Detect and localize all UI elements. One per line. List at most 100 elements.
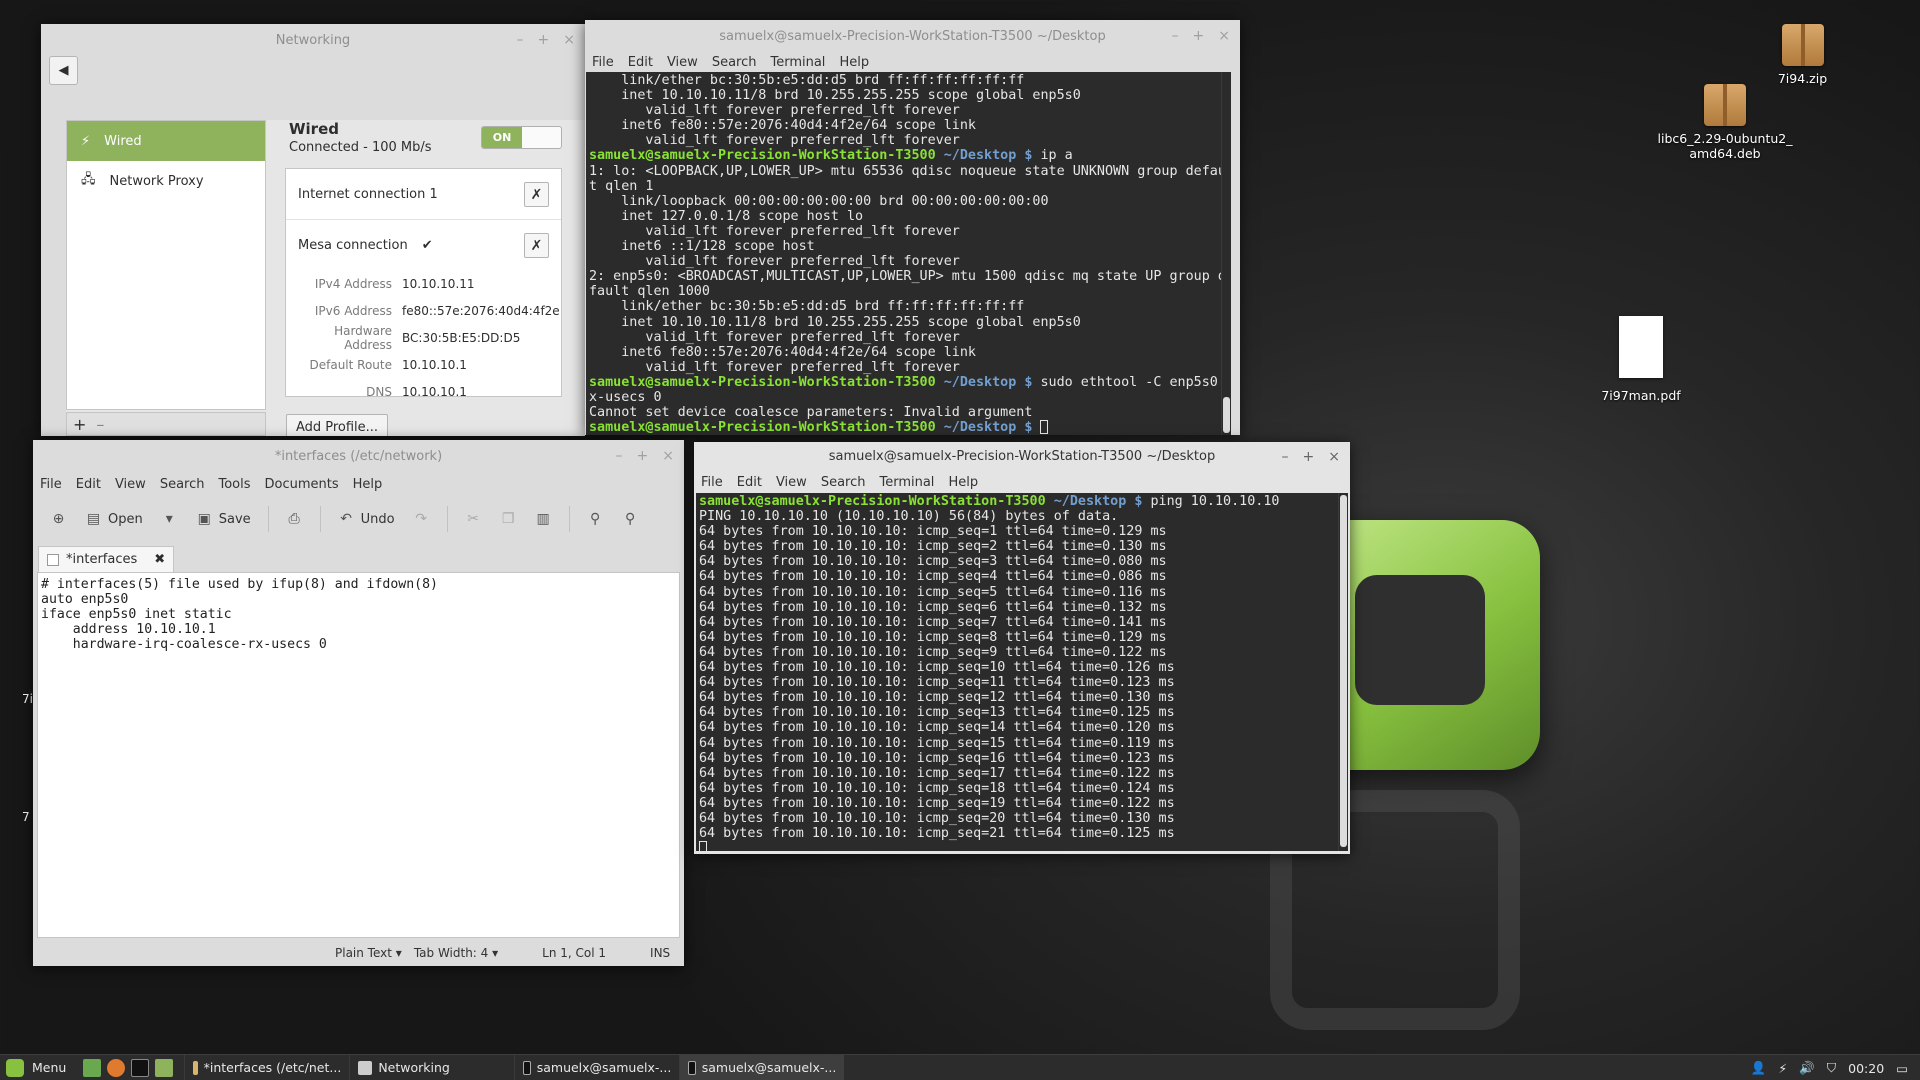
- close-icon[interactable]: ×: [662, 448, 674, 464]
- menu-help[interactable]: Help: [948, 475, 978, 490]
- title-bar[interactable]: Networking – + ×: [41, 24, 585, 56]
- title-bar[interactable]: samuelx@samuelx-Precision-WorkStation-T3…: [585, 20, 1240, 52]
- network-status-icon[interactable]: ⚡: [1778, 1061, 1787, 1076]
- title-bar[interactable]: samuelx@samuelx-Precision-WorkStation-T3…: [694, 442, 1350, 471]
- editor-line: auto enp5s0: [41, 592, 129, 607]
- close-tab-icon[interactable]: ✖: [154, 552, 165, 567]
- terminal-launcher-icon[interactable]: [131, 1058, 150, 1077]
- save-button[interactable]: ▣ Save: [191, 503, 256, 535]
- menu-edit[interactable]: Edit: [737, 475, 762, 490]
- profile-settings-button[interactable]: ✗: [524, 233, 549, 258]
- paste-button[interactable]: ▥: [530, 503, 557, 535]
- add-connection-button[interactable]: +: [73, 415, 86, 434]
- menu-help[interactable]: Help: [353, 477, 383, 492]
- menu-search[interactable]: Search: [712, 55, 757, 70]
- menu-search[interactable]: Search: [821, 475, 866, 490]
- scrollbar[interactable]: [1338, 493, 1348, 851]
- language-selector[interactable]: Plain Text ▾: [335, 946, 402, 960]
- mint-menu-icon: [6, 1058, 24, 1077]
- menu-file[interactable]: File: [592, 55, 614, 70]
- menu-edit[interactable]: Edit: [76, 477, 101, 492]
- menu-file[interactable]: File: [701, 475, 723, 490]
- minimize-icon[interactable]: –: [616, 448, 623, 464]
- tab-width-selector[interactable]: Tab Width: 4 ▾: [414, 946, 498, 960]
- cut-button[interactable]: ✂: [460, 503, 487, 535]
- minimize-icon[interactable]: –: [517, 32, 524, 48]
- menu-tools[interactable]: Tools: [218, 477, 250, 492]
- terminal-output[interactable]: link/ether bc:30:5b:e5:dd:d5 brd ff:ff:f…: [586, 72, 1231, 435]
- menu-search[interactable]: Search: [160, 477, 205, 492]
- redo-button[interactable]: ↷: [408, 503, 435, 535]
- menu-terminal[interactable]: Terminal: [770, 55, 825, 70]
- ping-line: 64 bytes from 10.10.10.10: icmp_seq=20 t…: [699, 810, 1175, 826]
- maximize-icon[interactable]: +: [1303, 449, 1315, 465]
- terminal-line: Cannot set device coalesce parameters: I…: [589, 405, 1033, 421]
- taskbar-item-networking[interactable]: Networking: [349, 1054, 514, 1080]
- remove-connection-button[interactable]: –: [96, 415, 104, 434]
- menu-button[interactable]: Menu: [32, 1060, 66, 1075]
- menu-help[interactable]: Help: [839, 55, 869, 70]
- close-icon[interactable]: ×: [1218, 28, 1230, 44]
- scrollbar[interactable]: [1221, 72, 1231, 435]
- minimize-icon[interactable]: –: [1282, 449, 1289, 465]
- user-icon[interactable]: 👤: [1751, 1060, 1767, 1076]
- taskbar-item-terminal-2[interactable]: samuelx@samuelx-...: [679, 1054, 845, 1080]
- close-icon[interactable]: ×: [563, 32, 575, 48]
- menu-view[interactable]: View: [115, 477, 146, 492]
- document-icon: [47, 553, 59, 566]
- sidebar-item-wired[interactable]: ⚡ Wired: [67, 121, 265, 161]
- maximize-icon[interactable]: +: [1193, 28, 1205, 44]
- profile-settings-button[interactable]: ✗: [524, 182, 549, 207]
- title-bar[interactable]: *interfaces (/etc/network) – + ×: [33, 440, 684, 472]
- save-icon: ▣: [197, 511, 211, 527]
- undo-button[interactable]: ↶ Undo: [333, 503, 400, 535]
- terminal-output[interactable]: samuelx@samuelx-Precision-WorkStation-T3…: [696, 493, 1348, 851]
- taskbar-item-text-editor[interactable]: *interfaces (/etc/net...: [184, 1054, 349, 1080]
- volume-icon[interactable]: 🔊: [1799, 1060, 1815, 1076]
- menu-file[interactable]: File: [40, 477, 62, 492]
- menu-view[interactable]: View: [667, 55, 698, 70]
- open-dropdown-button[interactable]: ▾: [156, 503, 183, 535]
- desktop-icon-7i94-zip[interactable]: 7i94.zip: [1778, 24, 1827, 86]
- maximize-icon[interactable]: +: [538, 32, 550, 48]
- taskbar-item-terminal-1[interactable]: samuelx@samuelx-...: [514, 1054, 679, 1080]
- new-document-button[interactable]: ⊕: [45, 503, 72, 535]
- firefox-icon[interactable]: [107, 1058, 126, 1077]
- sidebar-item-network-proxy[interactable]: 🖧 Network Proxy: [67, 161, 265, 201]
- replace-button[interactable]: ⚲: [617, 503, 644, 535]
- desktop-switch-icon[interactable]: ▭: [1896, 1061, 1908, 1076]
- find-button[interactable]: ⚲: [582, 503, 609, 535]
- wired-toggle[interactable]: ON: [481, 126, 562, 149]
- profile-internet-connection-1[interactable]: Internet connection 1 ✗: [286, 169, 561, 220]
- tab-width-label: Tab Width: 4: [413, 946, 489, 960]
- desktop-icon-7i97man-pdf[interactable]: 7i97man.pdf: [1596, 316, 1686, 403]
- shield-icon[interactable]: ⛉: [1827, 1060, 1836, 1076]
- editor-text-area[interactable]: # interfaces(5) file used by ifup(8) and…: [37, 572, 680, 938]
- clock[interactable]: 00:20: [1848, 1061, 1884, 1076]
- copy-button[interactable]: ❐: [495, 503, 522, 535]
- open-button[interactable]: ▤ Open: [80, 503, 148, 535]
- menu-view[interactable]: View: [776, 475, 807, 490]
- scrollbar-thumb[interactable]: [1340, 495, 1347, 847]
- files-icon[interactable]: [155, 1058, 174, 1077]
- menu-documents[interactable]: Documents: [265, 477, 339, 492]
- back-button[interactable]: ◀: [49, 56, 78, 85]
- proxy-icon: 🖧: [81, 172, 96, 187]
- maximize-icon[interactable]: +: [637, 448, 649, 464]
- ping-line: 64 bytes from 10.10.10.10: icmp_seq=13 t…: [699, 705, 1175, 721]
- close-icon[interactable]: ×: [1328, 449, 1340, 465]
- desktop-icon-libc6-deb[interactable]: libc6_2.29-0ubuntu2_ amd64.deb: [1650, 84, 1800, 161]
- open-label: Open: [108, 511, 143, 527]
- minimize-icon[interactable]: –: [1172, 28, 1179, 44]
- profile-mesa-connection[interactable]: Mesa connection ✔ ✗: [286, 220, 561, 270]
- show-desktop-icon[interactable]: [83, 1058, 102, 1077]
- tab-interfaces[interactable]: *interfaces ✖: [38, 546, 175, 572]
- print-button[interactable]: ⎙: [281, 503, 308, 535]
- detail-row: IPv6 Address fe80::57e:2076:40d4:4f2e: [286, 297, 561, 324]
- menu-terminal[interactable]: Terminal: [879, 475, 934, 490]
- insert-mode: INS: [650, 946, 671, 960]
- ping-line: 64 bytes from 10.10.10.10: icmp_seq=5 tt…: [699, 584, 1167, 600]
- menu-edit[interactable]: Edit: [628, 55, 653, 70]
- scrollbar-thumb[interactable]: [1223, 397, 1230, 433]
- add-profile-button[interactable]: Add Profile...: [286, 414, 388, 436]
